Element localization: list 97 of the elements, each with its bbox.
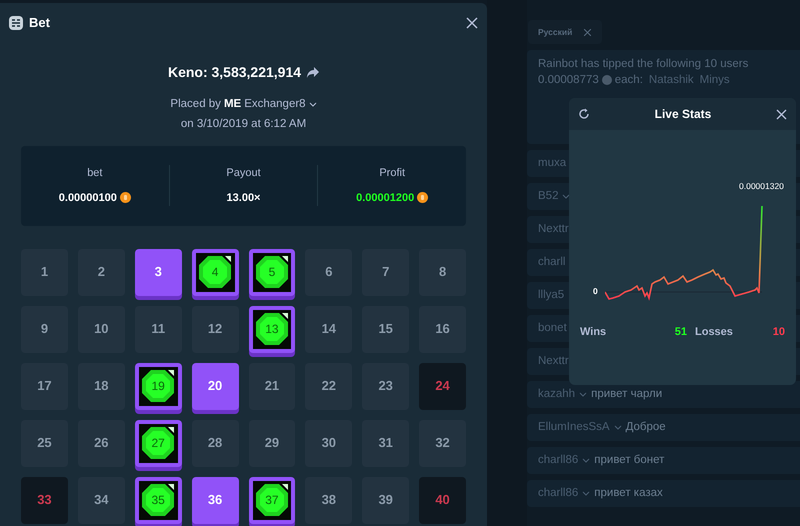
tile-number: 37 <box>265 492 279 509</box>
keno-tile[interactable]: 19 <box>134 362 182 410</box>
keno-tile[interactable]: 25 <box>21 420 68 466</box>
username-link[interactable]: Nexttr <box>538 220 569 238</box>
username-link[interactable]: Exchanger8 <box>244 96 306 114</box>
keno-tile[interactable]: 4 <box>192 248 238 296</box>
each-label: each: <box>614 73 643 88</box>
keno-tile[interactable]: 35 <box>134 476 182 524</box>
chart-label: 0 <box>593 285 598 298</box>
username-link[interactable]: bonet <box>538 320 567 338</box>
username-link[interactable]: EllumInesSsA <box>538 418 610 436</box>
keno-tile[interactable]: 3 <box>134 248 182 296</box>
stat-value: 13.00× <box>226 190 260 206</box>
stat-label: Profit <box>379 166 406 181</box>
close-button[interactable] <box>776 108 787 120</box>
stat-label: Payout <box>226 166 261 181</box>
keno-tile[interactable]: 11 <box>134 306 182 352</box>
tile-number: 35 <box>152 492 165 509</box>
username-link[interactable]: charll86 <box>538 484 578 502</box>
keno-tile[interactable]: 5 <box>248 248 296 296</box>
keno-tile[interactable]: 37 <box>248 476 296 524</box>
keno-tile[interactable]: 18 <box>78 362 125 410</box>
username-link[interactable]: kazahh <box>538 386 576 404</box>
losses-count: 10 <box>772 325 785 340</box>
keno-tile[interactable]: 14 <box>305 306 352 352</box>
keno-tile[interactable]: 31 <box>362 420 410 466</box>
username-link[interactable]: muxa <box>538 154 566 172</box>
message-text: Rainbot has tipped the following 10 users <box>538 57 750 72</box>
placed-by-label: Placed by <box>170 97 221 112</box>
tile-number: 13 <box>265 321 279 338</box>
keno-tile[interactable]: 38 <box>305 476 352 524</box>
keno-tile[interactable]: 12 <box>192 306 238 352</box>
username-link[interactable]: B52 <box>538 188 558 206</box>
keno-tile[interactable]: 23 <box>362 362 410 410</box>
stat-value: 0.00001200 <box>356 190 414 206</box>
keno-tile[interactable]: 34 <box>78 476 125 524</box>
keno-tile[interactable]: 1 <box>21 248 68 296</box>
tile-number: 19 <box>152 378 165 395</box>
keno-tile[interactable]: 39 <box>362 476 410 524</box>
username-link[interactable]: Nexttr <box>538 352 569 370</box>
list-icon <box>9 16 23 30</box>
keno-tile[interactable]: 15 <box>362 306 410 352</box>
keno-tile[interactable]: 20 <box>192 362 238 410</box>
modal-title: Bet <box>29 14 50 32</box>
username-link[interactable]: Minys <box>700 72 730 88</box>
keno-tile[interactable]: 2 <box>78 248 125 296</box>
keno-tile[interactable]: 29 <box>248 420 296 466</box>
language-tab[interactable]: Русский <box>528 20 602 44</box>
close-icon[interactable] <box>584 28 592 36</box>
keno-tile[interactable]: 17 <box>21 362 68 410</box>
wins-label: Wins <box>580 325 608 340</box>
keno-tile[interactable]: 27 <box>134 420 182 466</box>
wins-count: 51 <box>674 325 687 340</box>
keno-tile[interactable]: 8 <box>419 248 466 296</box>
keno-tile[interactable]: 10 <box>78 306 125 352</box>
keno-tile[interactable]: 22 <box>305 362 352 410</box>
keno-tile[interactable]: 9 <box>21 306 68 352</box>
keno-tile[interactable]: 40 <box>419 476 466 524</box>
keno-tile[interactable]: 6 <box>305 248 352 296</box>
keno-tile[interactable]: 26 <box>78 420 125 466</box>
tile-number: 4 <box>212 264 218 281</box>
keno-tile[interactable]: 24 <box>419 362 466 410</box>
keno-tile[interactable]: 21 <box>248 362 296 410</box>
message-text: привет бонет <box>594 452 664 468</box>
stat-label: bet <box>87 166 102 181</box>
keno-tile[interactable]: 30 <box>305 420 352 466</box>
user-tag-text: ME <box>224 97 242 112</box>
username-link[interactable]: charll86 <box>538 452 578 470</box>
keno-tile[interactable]: 13 <box>248 306 296 352</box>
stat-value: 0.00000100 <box>58 190 117 206</box>
keno-tile[interactable]: 32 <box>419 420 466 466</box>
refresh-icon[interactable] <box>578 108 590 120</box>
tile-number: 5 <box>268 264 276 281</box>
bet-date: on 3/10/2019 at 6:12 AM <box>180 117 306 132</box>
keno-tile[interactable]: 36 <box>192 476 238 524</box>
tip-amount: 0.00008773 <box>538 73 599 88</box>
keno-tile[interactable]: 33 <box>21 476 68 524</box>
message-text: привет чарли <box>591 386 662 402</box>
username-link[interactable]: charll <box>538 254 566 272</box>
username-link[interactable]: lllya5 <box>538 286 564 304</box>
game-title: Keno: 3,583,221,914 <box>168 63 302 82</box>
coin-icon <box>120 192 131 204</box>
coin-icon <box>602 75 612 85</box>
message-text: Доброе <box>626 420 666 435</box>
losses-label: Losses <box>695 325 734 340</box>
keno-tile[interactable]: 28 <box>192 420 238 466</box>
chart-label: 0.00001320 <box>739 180 784 193</box>
tile-number: 27 <box>152 435 165 452</box>
coin-icon <box>417 192 428 204</box>
panel-title: Live Stats <box>654 106 712 123</box>
chevron-icon[interactable] <box>308 102 317 108</box>
message-text: привет казах <box>594 486 663 501</box>
close-button[interactable] <box>466 16 478 28</box>
keno-tile[interactable]: 7 <box>362 248 410 296</box>
username-link[interactable]: Natashik <box>648 72 694 88</box>
keno-tile[interactable]: 16 <box>419 306 466 352</box>
share-icon[interactable] <box>307 67 320 78</box>
